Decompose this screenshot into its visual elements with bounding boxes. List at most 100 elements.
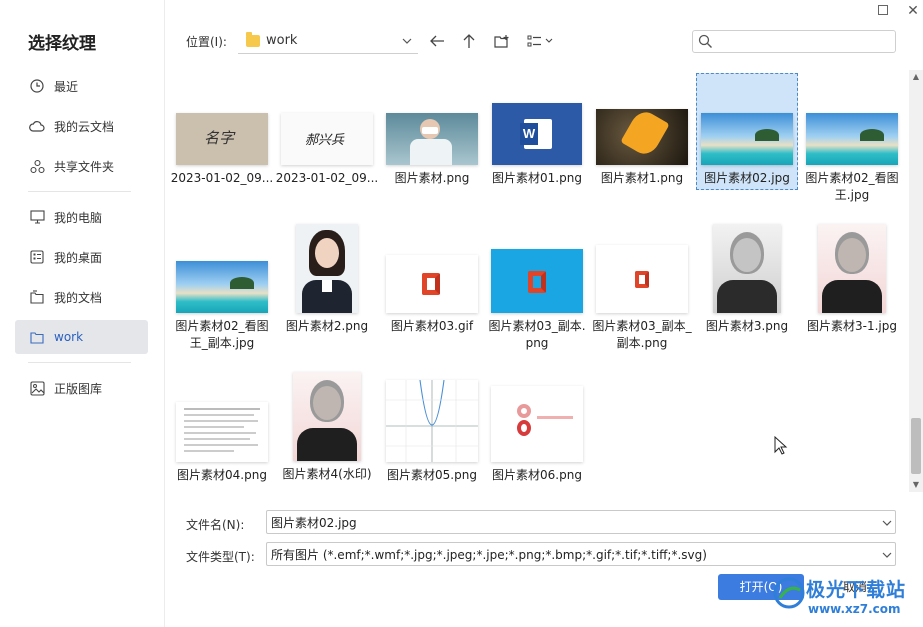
search-input[interactable] bbox=[719, 31, 889, 51]
file-name: 图片素材02_看图王.jpg bbox=[805, 171, 899, 202]
sidebar-item-gallery[interactable]: 正版图库 bbox=[15, 371, 148, 405]
arrow-up-icon bbox=[463, 34, 475, 48]
file-name: 图片素材4(水印) bbox=[282, 467, 372, 481]
location-value: work bbox=[266, 33, 298, 48]
file-name: 图片素材03_副本.png bbox=[488, 319, 586, 350]
file-tile[interactable]: 图片素材4(水印) bbox=[275, 372, 379, 483]
file-tile[interactable]: 图片素材03.gif bbox=[380, 255, 484, 335]
sidebar-item-label: 我的电脑 bbox=[54, 210, 103, 225]
file-thumbnail bbox=[701, 113, 793, 165]
vertical-scrollbar[interactable]: ▲ ▼ bbox=[909, 70, 923, 492]
sidebar-item-label: 我的云文档 bbox=[54, 119, 115, 134]
file-tile[interactable]: 郝兴兵 2023-01-02_09... bbox=[275, 113, 379, 187]
file-thumbnail bbox=[386, 255, 478, 313]
file-name: 2023-01-02_09... bbox=[170, 171, 274, 185]
file-tile[interactable]: 图片素材2.png bbox=[275, 224, 379, 335]
file-tile[interactable]: 图片素材1.png bbox=[590, 109, 694, 187]
file-tile[interactable]: W 图片素材01.png bbox=[485, 103, 589, 187]
file-name: 图片素材3-1.jpg bbox=[807, 319, 897, 333]
file-tile[interactable]: 名字 2023-01-02_09... bbox=[170, 113, 274, 187]
search-box[interactable] bbox=[692, 30, 896, 53]
file-name: 图片素材03_副本_副本.png bbox=[592, 319, 692, 350]
share-icon bbox=[29, 158, 45, 174]
file-thumbnail bbox=[293, 372, 361, 461]
watermark-logo-icon bbox=[773, 577, 805, 609]
location-dropdown[interactable]: work bbox=[238, 28, 418, 54]
file-tile-selected[interactable]: 图片素材02.jpg bbox=[695, 113, 799, 187]
signature-text: 名字 bbox=[204, 129, 235, 147]
new-folder-button[interactable] bbox=[492, 31, 512, 51]
file-tile[interactable]: 图片素材3.png bbox=[695, 224, 799, 335]
sidebar-item-computer[interactable]: 我的电脑 bbox=[15, 200, 148, 234]
sidebar-item-desktop[interactable]: 我的桌面 bbox=[15, 240, 148, 274]
file-name: 图片素材02.jpg bbox=[704, 171, 790, 185]
file-tile[interactable]: 图片素材03_副本_副本.png bbox=[590, 245, 694, 352]
sidebar-item-documents[interactable]: 我的文档 bbox=[15, 280, 148, 314]
file-name: 图片素材05.png bbox=[387, 468, 477, 482]
file-grid: 名字 2023-01-02_09... 郝兴兵 2023-01-02_09...… bbox=[166, 70, 908, 490]
file-name: 图片素材03.gif bbox=[390, 319, 474, 333]
file-name: 图片素材04.png bbox=[177, 468, 267, 482]
scroll-down-icon[interactable]: ▼ bbox=[909, 478, 923, 492]
file-tile[interactable]: 图片素材04.png bbox=[170, 402, 274, 484]
file-tile[interactable]: 图片素材02_看图王.jpg bbox=[800, 113, 904, 204]
file-name: 图片素材.png bbox=[394, 171, 470, 185]
filename-label: 文件名(N): bbox=[186, 518, 245, 532]
file-tile[interactable]: 图片素材06.png bbox=[485, 386, 589, 484]
mouse-cursor-icon bbox=[774, 435, 788, 459]
dialog-title: 选择纹理 bbox=[28, 34, 96, 54]
file-tile[interactable]: 图片素材05.png bbox=[380, 380, 484, 484]
watermark: 极光下载站 www.xz7.com bbox=[770, 572, 920, 624]
sidebar: 选择纹理 最近 我的云文档 共享文件夹 我的电脑 我的桌面 我的文档 work … bbox=[0, 0, 165, 627]
up-button[interactable] bbox=[459, 31, 479, 51]
file-thumbnail bbox=[176, 261, 268, 313]
sidebar-divider bbox=[28, 191, 131, 192]
file-thumbnail bbox=[386, 113, 478, 165]
scroll-thumb[interactable] bbox=[911, 418, 921, 474]
file-tile[interactable]: 图片素材02_看图王_副本.jpg bbox=[170, 261, 274, 352]
arrow-left-icon bbox=[430, 35, 444, 47]
documents-icon bbox=[29, 289, 45, 305]
sidebar-item-shared[interactable]: 共享文件夹 bbox=[15, 149, 148, 183]
file-name: 图片素材06.png bbox=[492, 468, 582, 482]
filetype-label: 文件类型(T): bbox=[186, 550, 255, 564]
search-icon bbox=[698, 34, 713, 52]
file-name: 图片素材01.png bbox=[492, 171, 582, 185]
file-thumbnail: W bbox=[492, 103, 582, 165]
sidebar-item-label: work bbox=[54, 330, 84, 344]
maximize-button[interactable] bbox=[873, 2, 893, 20]
folder-icon bbox=[246, 31, 260, 47]
cloud-icon bbox=[29, 118, 45, 134]
sidebar-item-label: 最近 bbox=[54, 79, 79, 94]
maximize-icon bbox=[878, 5, 888, 15]
gallery-icon bbox=[29, 380, 45, 396]
close-button[interactable]: ✕ bbox=[903, 2, 923, 20]
close-icon: ✕ bbox=[907, 3, 919, 19]
file-name: 图片素材02_看图王_副本.jpg bbox=[175, 319, 269, 350]
filename-field[interactable]: 图片素材02.jpg bbox=[266, 510, 896, 534]
clock-icon bbox=[29, 78, 45, 94]
new-folder-icon bbox=[494, 34, 509, 48]
sidebar-item-work[interactable]: work bbox=[15, 320, 148, 354]
chevron-down-icon bbox=[879, 548, 895, 561]
filetype-value: 所有图片 (*.emf;*.wmf;*.jpg;*.jpeg;*.jpe;*.p… bbox=[271, 547, 707, 562]
file-tile[interactable]: 图片素材3-1.jpg bbox=[800, 224, 904, 335]
watermark-url: www.xz7.com bbox=[808, 602, 901, 616]
sidebar-item-recent[interactable]: 最近 bbox=[15, 69, 148, 103]
file-name: 图片素材3.png bbox=[705, 319, 789, 333]
file-tile[interactable]: 图片素材.png bbox=[380, 113, 484, 187]
sidebar-item-label: 正版图库 bbox=[54, 381, 103, 396]
file-thumbnail bbox=[491, 386, 583, 462]
scroll-up-icon[interactable]: ▲ bbox=[909, 70, 923, 84]
file-tile[interactable]: 图片素材03_副本.png bbox=[485, 249, 589, 352]
chevron-down-icon[interactable] bbox=[879, 516, 895, 529]
desktop-icon bbox=[29, 249, 45, 265]
back-button[interactable] bbox=[427, 31, 447, 51]
file-thumbnail bbox=[596, 109, 688, 165]
filetype-select[interactable]: 所有图片 (*.emf;*.wmf;*.jpg;*.jpeg;*.jpe;*.p… bbox=[266, 542, 896, 566]
view-mode-button[interactable] bbox=[526, 31, 558, 51]
file-thumbnail bbox=[491, 249, 583, 313]
computer-icon bbox=[29, 209, 45, 225]
file-name: 2023-01-02_09... bbox=[275, 171, 379, 185]
sidebar-item-cloud[interactable]: 我的云文档 bbox=[15, 109, 148, 143]
